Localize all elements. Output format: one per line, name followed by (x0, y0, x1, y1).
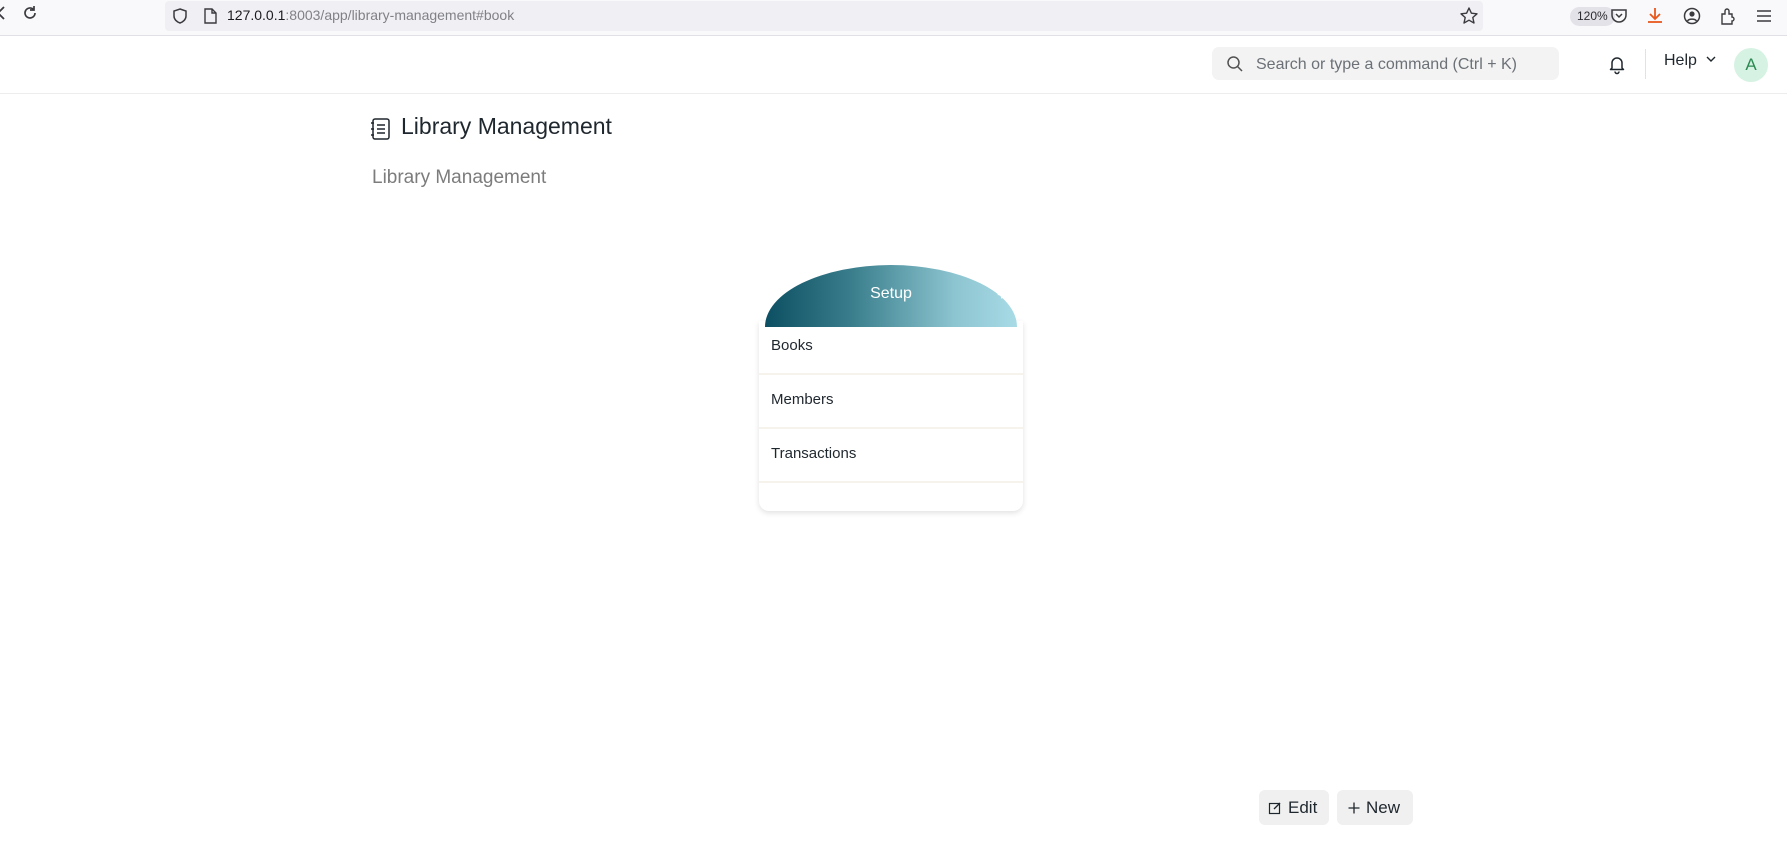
card-item-label: Members (771, 391, 834, 408)
card-item-members[interactable]: Members (759, 375, 1023, 429)
plus-icon[interactable]: + (997, 287, 1006, 305)
pocket-icon[interactable] (1609, 6, 1629, 26)
help-label: Help (1664, 52, 1697, 70)
shield-icon[interactable] (171, 7, 191, 27)
download-icon[interactable] (1645, 5, 1665, 25)
avatar[interactable]: A (1734, 48, 1768, 82)
new-button[interactable]: New (1337, 790, 1413, 825)
reload-icon[interactable] (20, 3, 44, 27)
search-input[interactable] (1254, 47, 1548, 82)
new-label: New (1366, 798, 1401, 817)
card-body: Books Members Transactions (759, 321, 1023, 511)
card-title: Setup (870, 285, 912, 302)
chevron-down-icon (1705, 52, 1717, 70)
navbar-divider (1645, 49, 1646, 79)
page-subtitle: Library Management (372, 167, 547, 188)
app-navbar: Help A (0, 36, 1787, 94)
url-host: 127.0.0.1 (227, 7, 286, 23)
back-arrow-icon[interactable] (0, 3, 16, 27)
page-icon (201, 7, 221, 27)
card-item-label: Books (771, 337, 813, 354)
search-bar[interactable] (1212, 47, 1559, 82)
zoom-level-badge[interactable]: 120% (1570, 7, 1615, 26)
bookmark-star-icon[interactable] (1459, 6, 1479, 26)
search-icon (1226, 55, 1244, 78)
menu-icon[interactable] (1754, 6, 1774, 26)
edit-icon (1268, 800, 1282, 820)
url-text[interactable]: 127.0.0.1:8003/app/library-management#bo… (227, 7, 514, 23)
browser-toolbar: 127.0.0.1:8003/app/library-management#bo… (0, 0, 1787, 36)
notifications-bell-icon[interactable] (1606, 53, 1628, 75)
card-item-books[interactable]: Books (759, 321, 1023, 375)
help-dropdown[interactable]: Help (1664, 52, 1717, 70)
account-icon[interactable] (1682, 6, 1702, 26)
card-header: Setup + (765, 265, 1017, 327)
extensions-icon[interactable] (1718, 6, 1738, 26)
plus-icon (1347, 800, 1361, 820)
url-path: :8003/app/library-management#book (285, 7, 515, 23)
workspace-icon (370, 117, 392, 141)
card-item-label: Transactions (771, 445, 857, 462)
setup-card: Books Members Transactions Setup + (759, 265, 1023, 511)
edit-button[interactable]: Edit (1259, 790, 1329, 825)
page-title: Library Management (401, 113, 612, 139)
card-item-transactions[interactable]: Transactions (759, 429, 1023, 483)
edit-label: Edit (1288, 798, 1318, 817)
address-bar[interactable]: 127.0.0.1:8003/app/library-management#bo… (165, 1, 1615, 31)
